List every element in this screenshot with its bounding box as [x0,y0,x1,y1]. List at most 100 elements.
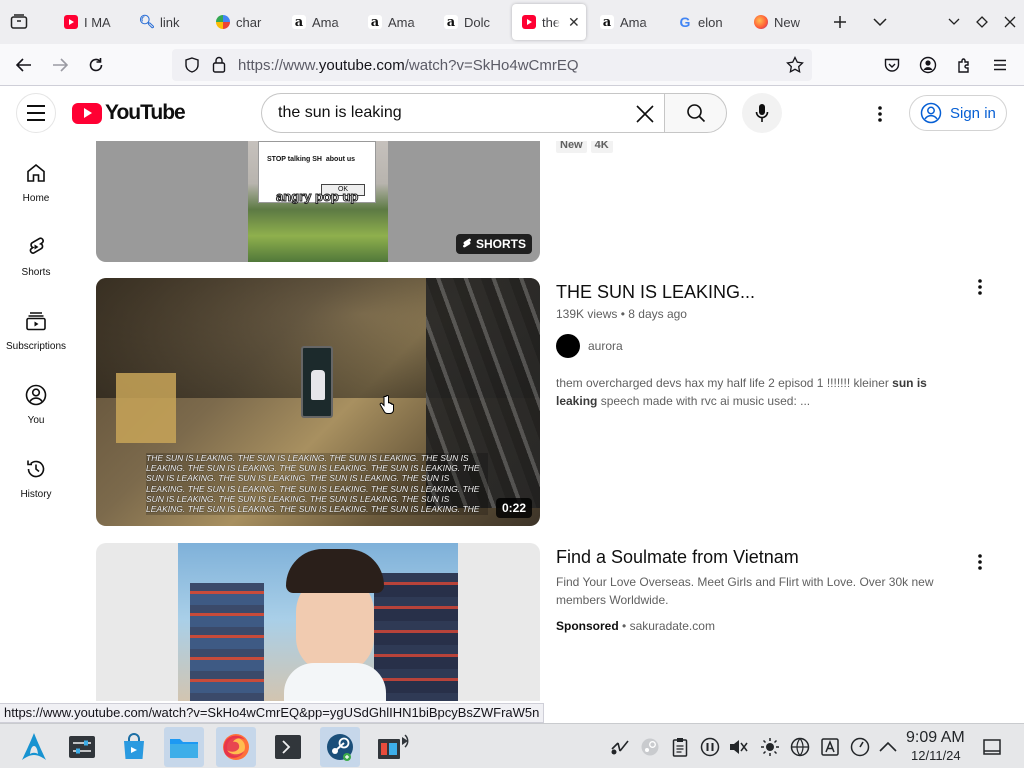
ad-action-menu-button[interactable] [968,550,992,574]
forward-button[interactable] [46,51,74,79]
tab-overflow-button[interactable] [868,10,892,34]
tray-steam-icon[interactable] [640,737,660,757]
desktop-taskbar: 9:09 AM 12/11/24 [0,723,1024,768]
tray-expand-chevron-up-icon[interactable] [878,737,898,757]
task-media-app[interactable] [374,727,414,767]
browser-tab[interactable]: a Dolc [434,4,508,40]
reload-button[interactable] [82,51,110,79]
channel-name[interactable]: aurora [588,339,623,353]
clock-date[interactable]: 12/11/24 [911,748,961,763]
thumbnail-building [116,373,176,443]
window-minimize-button[interactable] [942,10,966,34]
tray-network-sharing-icon[interactable] [610,737,630,757]
window-close-button[interactable] [998,10,1022,34]
guide-item-you[interactable]: You [0,377,72,443]
avatar[interactable] [556,334,580,358]
ad-thumbnail[interactable] [96,543,540,701]
tab-title: char [236,14,262,30]
tray-network-icon[interactable] [790,737,810,757]
task-terminal[interactable] [268,727,308,767]
video-action-menu-button[interactable] [968,275,992,299]
top-chips: New 4K [556,141,617,153]
microphone-icon [755,104,769,122]
ad-domain[interactable]: sakuradate.com [630,619,715,633]
shorts-badge-label: SHORTS [475,237,526,251]
new-tab-button[interactable] [828,10,852,34]
application-launcher-button[interactable] [14,727,54,767]
task-dolphin-file-manager[interactable] [164,727,204,767]
tray-battery-gauge-icon[interactable] [850,737,870,757]
browser-tab[interactable]: 🔍︎ link [130,4,204,40]
menu-icon-line [27,119,45,121]
list-all-tabs-button[interactable] [6,10,32,34]
extensions-button[interactable] [950,51,978,79]
tray-input-method-icon[interactable] [820,737,840,757]
search-query-text[interactable]: the sun is leaking [278,104,402,122]
amazon-favicon: a [600,15,614,30]
task-firefox[interactable] [216,727,256,767]
guide-menu-button[interactable] [16,93,56,133]
window-maximize-button[interactable] [970,10,994,34]
url-text[interactable]: https://www.youtube.com/watch?v=SkHo4wCm… [238,57,579,74]
account-button[interactable] [914,51,942,79]
shield-icon[interactable] [184,57,200,73]
youtube-logo[interactable]: YouTube [72,101,186,125]
guide-item-history[interactable]: History [0,451,72,517]
browser-tab[interactable]: a Ama [282,4,356,40]
browser-tab-active[interactable]: the ✕ [512,4,586,40]
ad-meta: Sponsored • sakuradate.com [556,619,715,633]
tray-volume-muted-icon[interactable] [728,737,748,757]
account-icon [919,56,937,74]
shorts-thumbnail[interactable]: STOP talking SH about us OK angry pop up… [96,141,540,262]
pocket-button[interactable] [878,51,906,79]
task-system-settings[interactable] [62,727,102,767]
search-icon [686,104,705,123]
clock-time[interactable]: 9:09 AM [906,729,965,747]
tab-title: link [160,14,180,30]
more-vert-icon [978,554,982,570]
task-steam[interactable] [320,727,360,767]
close-tab-icon[interactable]: ✕ [568,14,580,31]
guide-item-home[interactable]: Home [0,155,72,221]
video-title[interactable]: THE SUN IS LEAKING... [556,282,755,303]
tray-brightness-icon[interactable] [760,737,780,757]
search-input[interactable]: the sun is leaking [261,93,666,133]
lock-icon[interactable] [212,56,226,73]
tray-media-pause-icon[interactable] [700,737,720,757]
channel-info[interactable]: aurora [556,334,623,358]
search-button[interactable] [664,93,727,133]
search-results: STOP talking SH about us OK angry pop up… [72,141,1012,701]
address-bar[interactable]: https://www.youtube.com/watch?v=SkHo4wCm… [172,49,812,81]
browser-tab[interactable]: a Ama [358,4,432,40]
browser-tab-strip: I MA 🔍︎ link char a Ama a Ama a Dolc the… [0,0,1024,44]
show-desktop-button[interactable] [982,737,1002,757]
settings-panel-icon [69,736,95,758]
amazon-favicon: a [292,15,306,30]
ad-title[interactable]: Find a Soulmate from Vietnam [556,547,799,568]
sign-in-button[interactable]: Sign in [909,95,1007,131]
guide-item-shorts[interactable]: Shorts [0,229,72,295]
app-menu-button[interactable] [986,51,1014,79]
back-button[interactable] [10,51,38,79]
star-icon[interactable] [786,56,804,74]
puzzle-icon [957,57,969,73]
terminal-icon [275,735,301,759]
user-circle-icon [920,102,942,124]
browser-tab[interactable]: G elon [668,4,742,40]
tray-clipboard-icon[interactable] [670,737,690,757]
settings-menu-button[interactable] [866,100,894,128]
browser-tab[interactable]: New [744,4,818,40]
video-thumbnail[interactable]: THE SUN IS LEAKING. THE SUN IS LEAKING. … [96,278,540,526]
youtube-wordmark: YouTube [105,101,186,124]
browser-tab[interactable]: a Ama [590,4,664,40]
guide-item-subscriptions[interactable]: Subscriptions [0,303,72,369]
browser-tab[interactable]: char [206,4,280,40]
browser-tab[interactable]: I MA [54,4,128,40]
task-discover[interactable] [114,727,154,767]
ad-portrait-dress [284,663,386,701]
voice-search-button[interactable] [742,93,782,133]
link-status-overlay: https://www.youtube.com/watch?v=SkHo4wCm… [0,703,545,723]
youtube-play-logo-icon [72,102,102,124]
hand-cursor-icon [379,395,394,414]
clear-search-icon[interactable] [632,101,658,127]
